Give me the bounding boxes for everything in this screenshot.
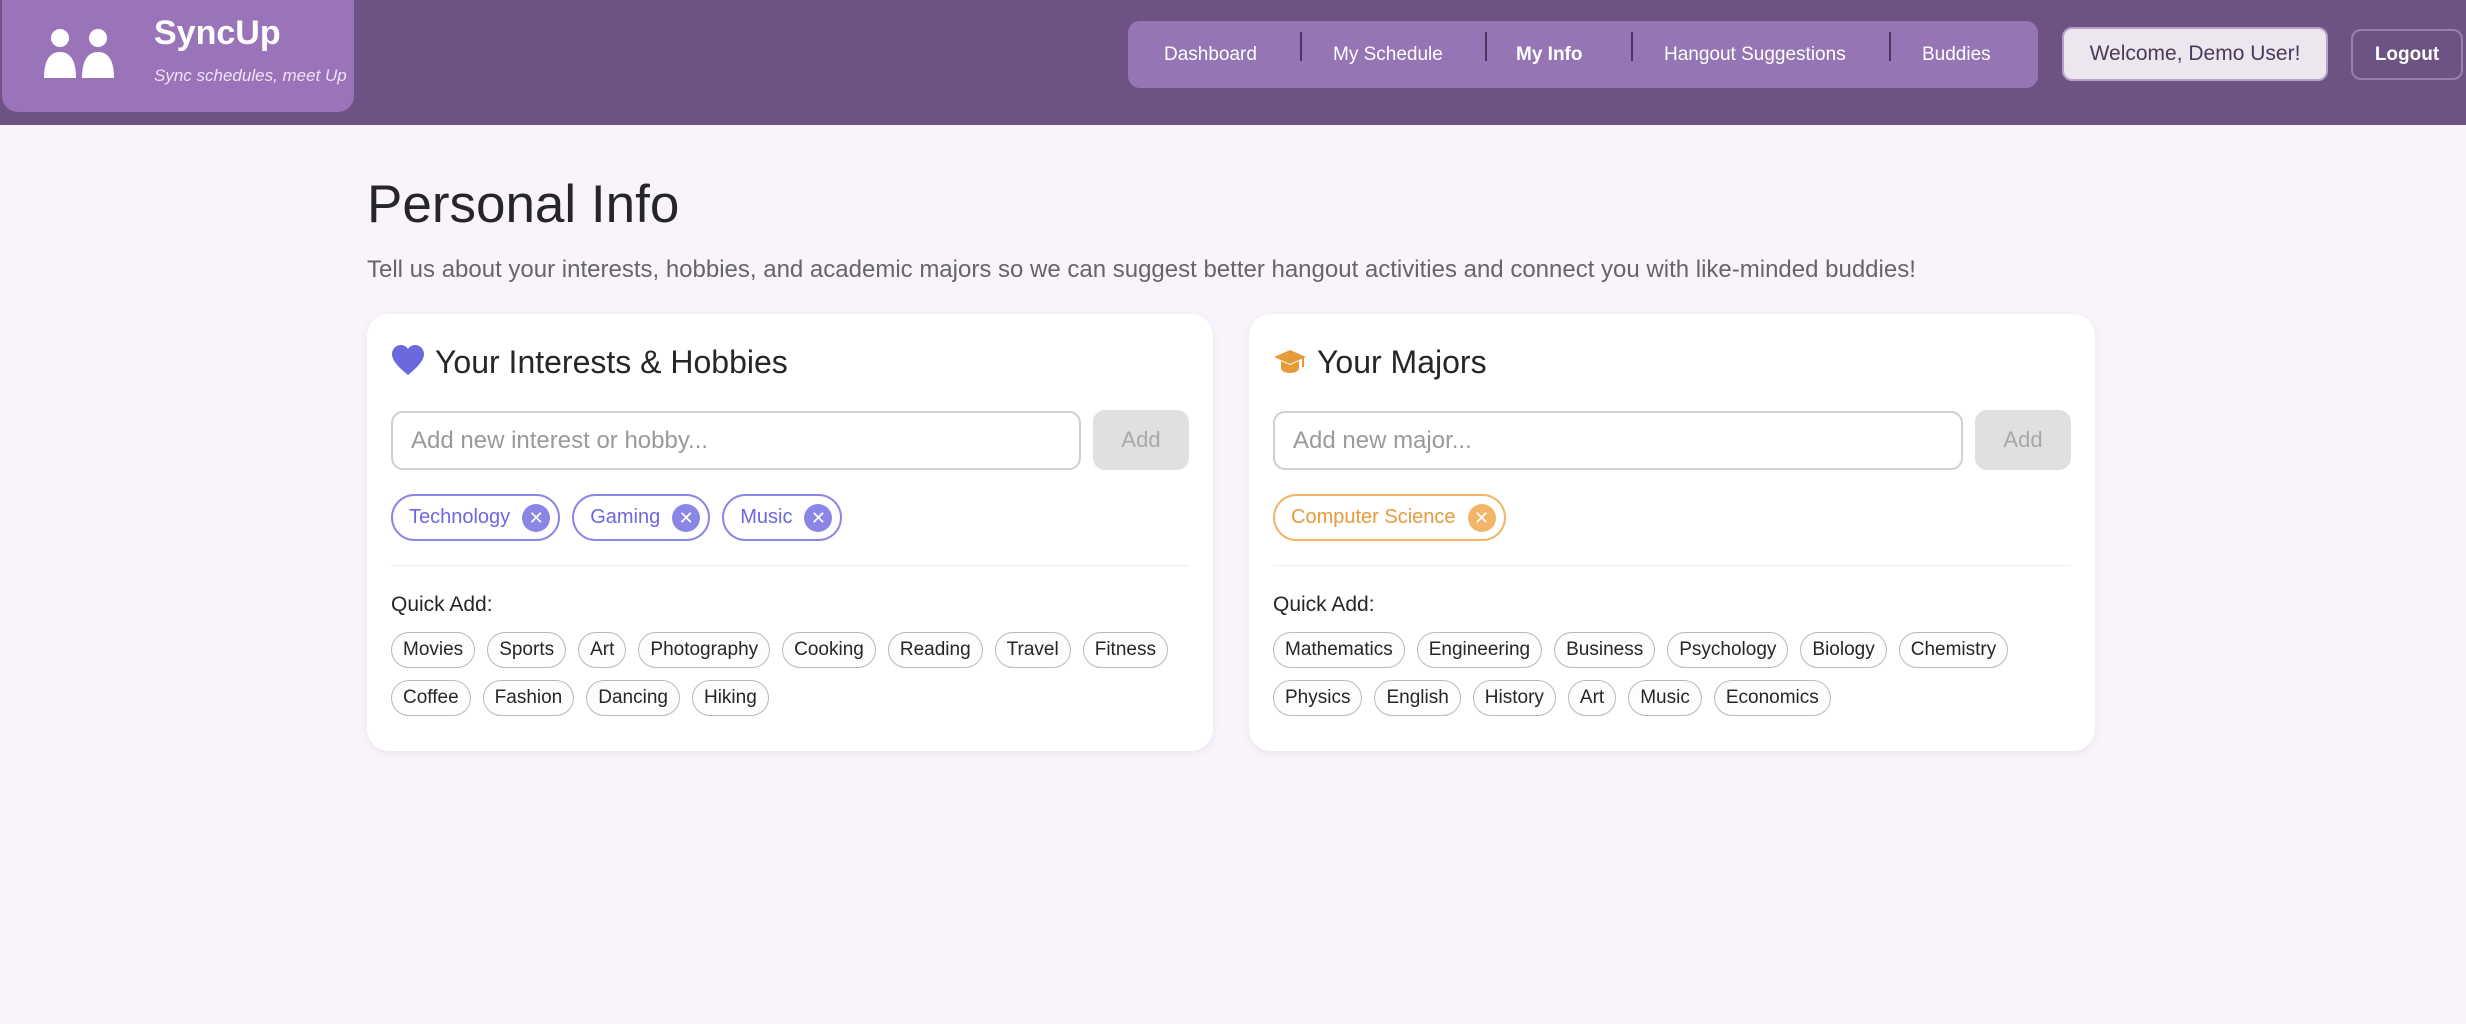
nav-my-info[interactable]: My Info [1516, 21, 1583, 88]
quick-add-chip[interactable]: Art [578, 632, 627, 668]
nav-hangout-suggestions[interactable]: Hangout Suggestions [1664, 21, 1846, 88]
nav-dashboard[interactable]: Dashboard [1164, 21, 1257, 88]
quick-add-chip[interactable]: History [1472, 680, 1556, 716]
heart-icon [392, 345, 424, 375]
remove-tag-icon[interactable]: ✕ [522, 503, 551, 532]
quick-add-chip[interactable]: Travel [994, 632, 1071, 668]
interest-quick-add-list: Movies Sports Art Photography Cooking Re… [391, 632, 1191, 716]
major-tag: Computer Science ✕ [1273, 494, 1506, 541]
quick-add-chip[interactable]: Sports [487, 632, 567, 668]
nav-separator [1889, 32, 1891, 61]
quick-add-chip[interactable]: Dancing [586, 680, 680, 716]
quick-add-label: Quick Add: [1273, 593, 1375, 616]
remove-tag-icon[interactable]: ✕ [804, 503, 833, 532]
people-icon [44, 29, 114, 78]
quick-add-chip[interactable]: Photography [638, 632, 771, 668]
nav-buddies[interactable]: Buddies [1922, 21, 1991, 88]
quick-add-chip[interactable]: Reading [887, 632, 983, 668]
nav-separator [1631, 32, 1633, 61]
quick-add-chip[interactable]: Mathematics [1273, 632, 1405, 668]
interest-tag: Music ✕ [722, 494, 843, 541]
interest-input[interactable] [391, 411, 1081, 470]
majors-card: Your Majors Add Computer Science ✕ Quick… [1249, 314, 2095, 751]
remove-tag-icon[interactable]: ✕ [1467, 503, 1496, 532]
quick-add-chip[interactable]: Engineering [1416, 632, 1543, 668]
interest-tag-label: Music [740, 506, 793, 528]
top-navbar: SyncUp Sync schedules, meet Up Dashboard… [0, 0, 2466, 125]
add-major-button[interactable]: Add [1975, 410, 2071, 470]
interests-card: Your Interests & Hobbies Add Technology … [367, 314, 1213, 751]
nav-separator [1300, 32, 1302, 61]
page-description: Tell us about your interests, hobbies, a… [367, 256, 1916, 283]
brand-tagline: Sync schedules, meet Up [154, 66, 347, 85]
brand-name: SyncUp [154, 14, 281, 52]
major-quick-add-list: Mathematics Engineering Business Psychol… [1273, 632, 2073, 716]
page-title: Personal Info [367, 175, 680, 234]
interest-tag: Technology ✕ [391, 494, 561, 541]
interest-tags: Technology ✕ Gaming ✕ Music ✕ [391, 494, 843, 541]
quick-add-chip[interactable]: Cooking [782, 632, 876, 668]
nav-separator [1485, 32, 1487, 61]
add-interest-button[interactable]: Add [1093, 410, 1189, 470]
quick-add-chip[interactable]: Physics [1273, 680, 1363, 716]
quick-add-chip[interactable]: Art [1567, 680, 1617, 716]
majors-title: Your Majors [1317, 344, 1487, 380]
logout-button[interactable]: Logout [2351, 29, 2463, 80]
remove-tag-icon[interactable]: ✕ [672, 503, 701, 532]
quick-add-chip[interactable]: Music [1628, 680, 1702, 716]
brand[interactable]: SyncUp Sync schedules, meet Up [2, 0, 354, 112]
nav-my-schedule[interactable]: My Schedule [1333, 21, 1443, 88]
main-nav: Dashboard My Schedule My Info Hangout Su… [1128, 21, 2038, 88]
quick-add-chip[interactable]: Chemistry [1898, 632, 2009, 668]
quick-add-chip[interactable]: Fashion [482, 680, 575, 716]
quick-add-chip[interactable]: English [1374, 680, 1461, 716]
divider [391, 565, 1189, 566]
interest-tag: Gaming ✕ [572, 494, 711, 541]
quick-add-chip[interactable]: Coffee [391, 680, 471, 716]
major-tags: Computer Science ✕ [1273, 494, 1506, 541]
graduation-cap-icon [1274, 350, 1306, 373]
quick-add-chip[interactable]: Economics [1713, 680, 1831, 716]
interest-tag-label: Gaming [590, 506, 661, 528]
welcome-button[interactable]: Welcome, Demo User! [2062, 27, 2328, 81]
interest-tag-label: Technology [409, 506, 511, 528]
quick-add-chip[interactable]: Movies [391, 632, 476, 668]
quick-add-chip[interactable]: Biology [1800, 632, 1887, 668]
quick-add-chip[interactable]: Psychology [1667, 632, 1789, 668]
divider [1273, 565, 2071, 566]
quick-add-chip[interactable]: Hiking [691, 680, 769, 716]
quick-add-chip[interactable]: Fitness [1082, 632, 1168, 668]
quick-add-label: Quick Add: [391, 593, 493, 616]
interests-title: Your Interests & Hobbies [435, 344, 788, 380]
major-input[interactable] [1273, 411, 1963, 470]
major-tag-label: Computer Science [1291, 506, 1456, 528]
quick-add-chip[interactable]: Business [1554, 632, 1656, 668]
